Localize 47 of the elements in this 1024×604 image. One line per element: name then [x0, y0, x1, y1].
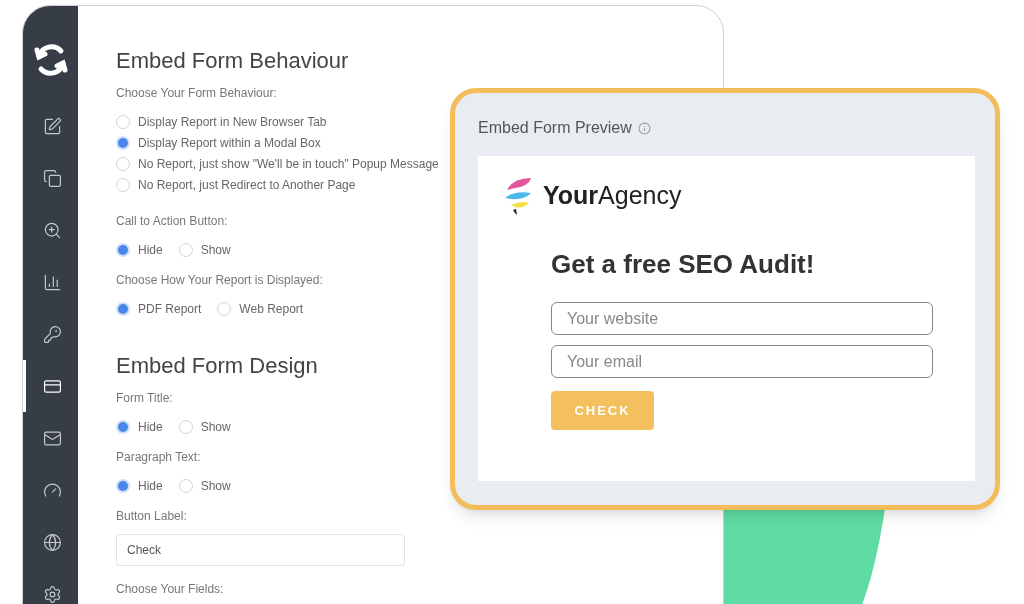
radio-button[interactable]: [116, 301, 130, 316]
radio-option[interactable]: Hide: [116, 239, 163, 260]
radio-option[interactable]: Display Report in New Browser Tab: [116, 111, 327, 132]
field-label: Choose Your Form Behaviour:: [116, 85, 277, 102]
text-input[interactable]: Your website: [551, 302, 933, 335]
bar-chart-icon: [42, 272, 62, 292]
radio-button[interactable]: [217, 301, 232, 316]
radio-button[interactable]: [116, 135, 130, 150]
radio-button[interactable]: [178, 478, 193, 493]
radio-option[interactable]: Show: [178, 239, 231, 260]
radio-button[interactable]: [116, 156, 130, 171]
globe-icon: [42, 532, 62, 552]
radio-option[interactable]: Hide: [116, 416, 163, 437]
settings-icon: [42, 584, 62, 604]
radio-option[interactable]: No Report, just show "We'll be in touch" Popup Message: [116, 153, 439, 174]
radio-button[interactable]: [116, 114, 130, 129]
radio-option[interactable]: Hide: [116, 475, 163, 496]
radio-button[interactable]: [116, 242, 130, 257]
field-label: Choose Your Fields:: [116, 581, 224, 598]
key-icon: [42, 324, 62, 344]
button-label-field[interactable]: Check: [116, 534, 405, 566]
field-label: Button Label:: [116, 508, 187, 525]
preview-title: Embed Form Preview: [478, 118, 632, 138]
brand-name: YourAgency: [543, 180, 682, 212]
radio-option[interactable]: Web Report: [217, 298, 304, 319]
radio-button[interactable]: [116, 419, 130, 434]
radio-button[interactable]: [178, 419, 193, 434]
copy-icon: [42, 168, 62, 188]
zoom-in-icon: [42, 220, 62, 240]
radio-button[interactable]: [178, 242, 193, 257]
section-title: Embed Form Design: [116, 352, 318, 380]
section-title: Embed Form Behaviour: [116, 47, 349, 75]
field-label: Choose How Your Report is Displayed:: [116, 272, 323, 289]
field-label: Call to Action Button:: [116, 213, 228, 230]
radio-option[interactable]: Display Report within a Modal Box: [116, 132, 321, 153]
radio-option[interactable]: PDF Report: [116, 298, 202, 319]
text-input[interactable]: Your email: [551, 345, 933, 378]
radio-option[interactable]: Show: [178, 416, 231, 437]
radio-option[interactable]: Show: [178, 475, 231, 496]
radio-button[interactable]: [116, 177, 130, 192]
field-label: Paragraph Text:: [116, 449, 201, 466]
form-headline: Get a free SEO Audit!: [551, 248, 816, 281]
radio-option[interactable]: No Report, just Redirect to Another Page: [116, 174, 356, 195]
radio-button[interactable]: [116, 478, 130, 493]
edit-icon: [42, 116, 62, 136]
info-icon: [637, 121, 651, 135]
field-label: Form Title:: [116, 390, 173, 407]
